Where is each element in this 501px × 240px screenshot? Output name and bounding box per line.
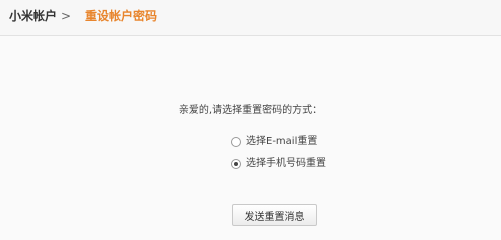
- option-email-reset[interactable]: 选择E-mail重置: [231, 135, 317, 149]
- breadcrumb-separator: >: [61, 9, 72, 23]
- option-phone-reset[interactable]: 选择手机号码重置: [231, 157, 326, 171]
- send-reset-button[interactable]: 发送重置消息: [232, 204, 317, 226]
- option-email-label: 选择E-mail重置: [246, 136, 318, 147]
- reset-method-prompt: 亲爱的,请选择重置密码的方式：: [178, 105, 323, 116]
- header-bar: 小米帐户 > 重设帐户密码: [0, 0, 501, 36]
- radio-email-reset[interactable]: [231, 137, 241, 147]
- radio-phone-reset[interactable]: [231, 159, 241, 169]
- breadcrumb-root-link[interactable]: 小米帐户: [9, 8, 57, 24]
- option-phone-label: 选择手机号码重置: [246, 158, 326, 169]
- page-title: 重设帐户密码: [85, 9, 158, 23]
